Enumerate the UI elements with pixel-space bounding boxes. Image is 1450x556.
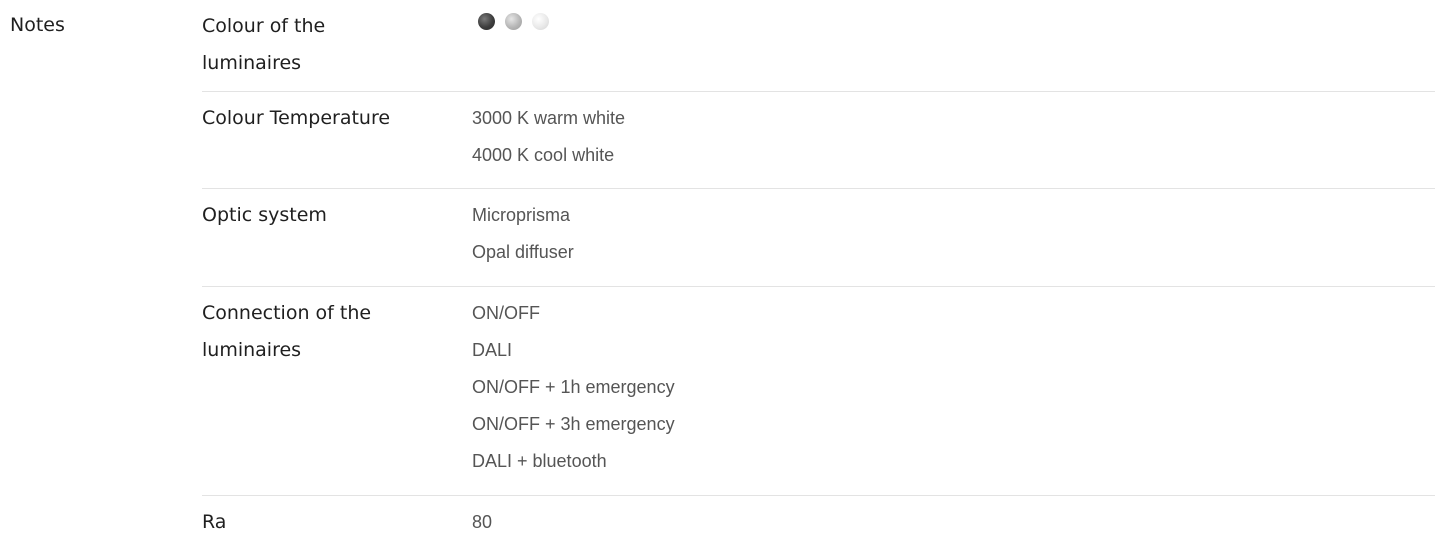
spec-row-colour-temperature: Colour Temperature 3000 K warm white 400…	[202, 92, 1435, 189]
row-value: 4000 K cool white	[472, 145, 615, 165]
spec-row-ra: Ra 80	[202, 496, 1435, 556]
row-values-connection: ON/OFF DALI ON/OFF + 1h emergency ON/OFF…	[472, 295, 1435, 480]
row-values-ra: 80	[472, 504, 1435, 541]
row-label-colour-of-luminaires: Colour of the luminaires	[202, 8, 442, 82]
row-label-ra: Ra	[202, 511, 227, 533]
row-label-line: Colour of the	[202, 15, 326, 37]
swatch-silver-grey[interactable]	[505, 13, 522, 30]
row-label-connection: Connection of the luminaires	[202, 295, 442, 369]
row-label-optic-system: Optic system	[202, 204, 327, 226]
row-value: DALI + bluetooth	[472, 451, 607, 471]
row-value: 80	[472, 512, 493, 532]
swatch-dark-grey[interactable]	[478, 13, 495, 30]
row-value: ON/OFF + 1h emergency	[472, 377, 675, 397]
row-value: ON/OFF	[472, 303, 540, 323]
spec-row-optic-system: Optic system Microprisma Opal diffuser	[202, 189, 1435, 287]
spec-row-colour-of-luminaires: Colour of the luminaires	[202, 0, 1435, 92]
swatch-light-grey[interactable]	[532, 13, 549, 30]
row-value: Microprisma	[472, 205, 571, 225]
row-label-line: Connection of the	[202, 302, 372, 324]
row-value: Opal diffuser	[472, 242, 574, 262]
section-label-notes: Notes	[10, 14, 65, 36]
spec-row-connection: Connection of the luminaires ON/OFF DALI…	[202, 287, 1435, 496]
row-value: DALI	[472, 340, 513, 360]
spec-table: Colour of the luminaires Colour Temperat…	[202, 0, 1435, 556]
row-value: ON/OFF + 3h emergency	[472, 414, 675, 434]
row-values-colour-temperature: 3000 K warm white 4000 K cool white	[472, 100, 1435, 174]
row-label-line: luminaires	[202, 339, 302, 361]
row-value: 3000 K warm white	[472, 108, 626, 128]
colour-swatches	[478, 8, 1435, 30]
row-label-colour-temperature: Colour Temperature	[202, 107, 391, 129]
row-values-optic-system: Microprisma Opal diffuser	[472, 197, 1435, 271]
row-label-line: luminaires	[202, 52, 302, 74]
